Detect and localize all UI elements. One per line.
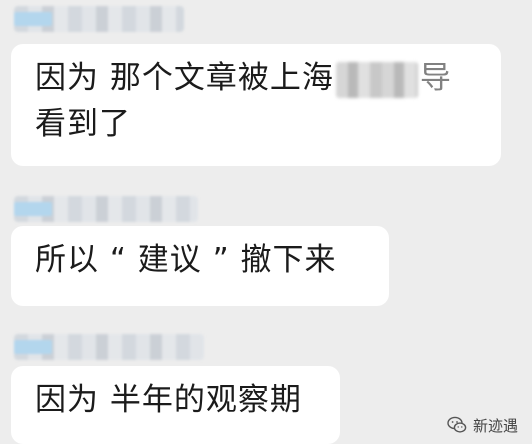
message-text: 因为 那个文章被上海 导 看到了 — [35, 55, 452, 147]
sender-name-redacted — [14, 334, 204, 360]
watermark-label: 新迹遇 — [472, 416, 518, 435]
message-bubble[interactable]: 因为 半年的观察期 — [11, 366, 340, 444]
message-text-line1: 因为 那个文章被上海 — [35, 60, 334, 96]
chat-view: 因为 那个文章被上海导 看到了 所以 “ 建议 ” 撤下来 因为 半年的观察期 … — [0, 0, 532, 444]
message-bubble[interactable]: 因为 那个文章被上海 导 看到了 — [11, 44, 501, 166]
message-text-line2: 看到了 — [35, 106, 131, 142]
message-text: 所以 “ 建议 ” 撤下来 — [35, 242, 337, 278]
message-text-tail: 导 — [419, 60, 452, 96]
sender-name-redacted — [14, 196, 198, 222]
watermark: 新迹遇 — [447, 414, 518, 436]
message-bubble[interactable]: 所以 “ 建议 ” 撤下来 — [11, 226, 389, 306]
redaction-block — [335, 61, 418, 98]
message-text: 因为 半年的观察期 — [35, 382, 302, 418]
sender-name-redacted — [14, 6, 184, 32]
wechat-icon — [447, 416, 467, 434]
